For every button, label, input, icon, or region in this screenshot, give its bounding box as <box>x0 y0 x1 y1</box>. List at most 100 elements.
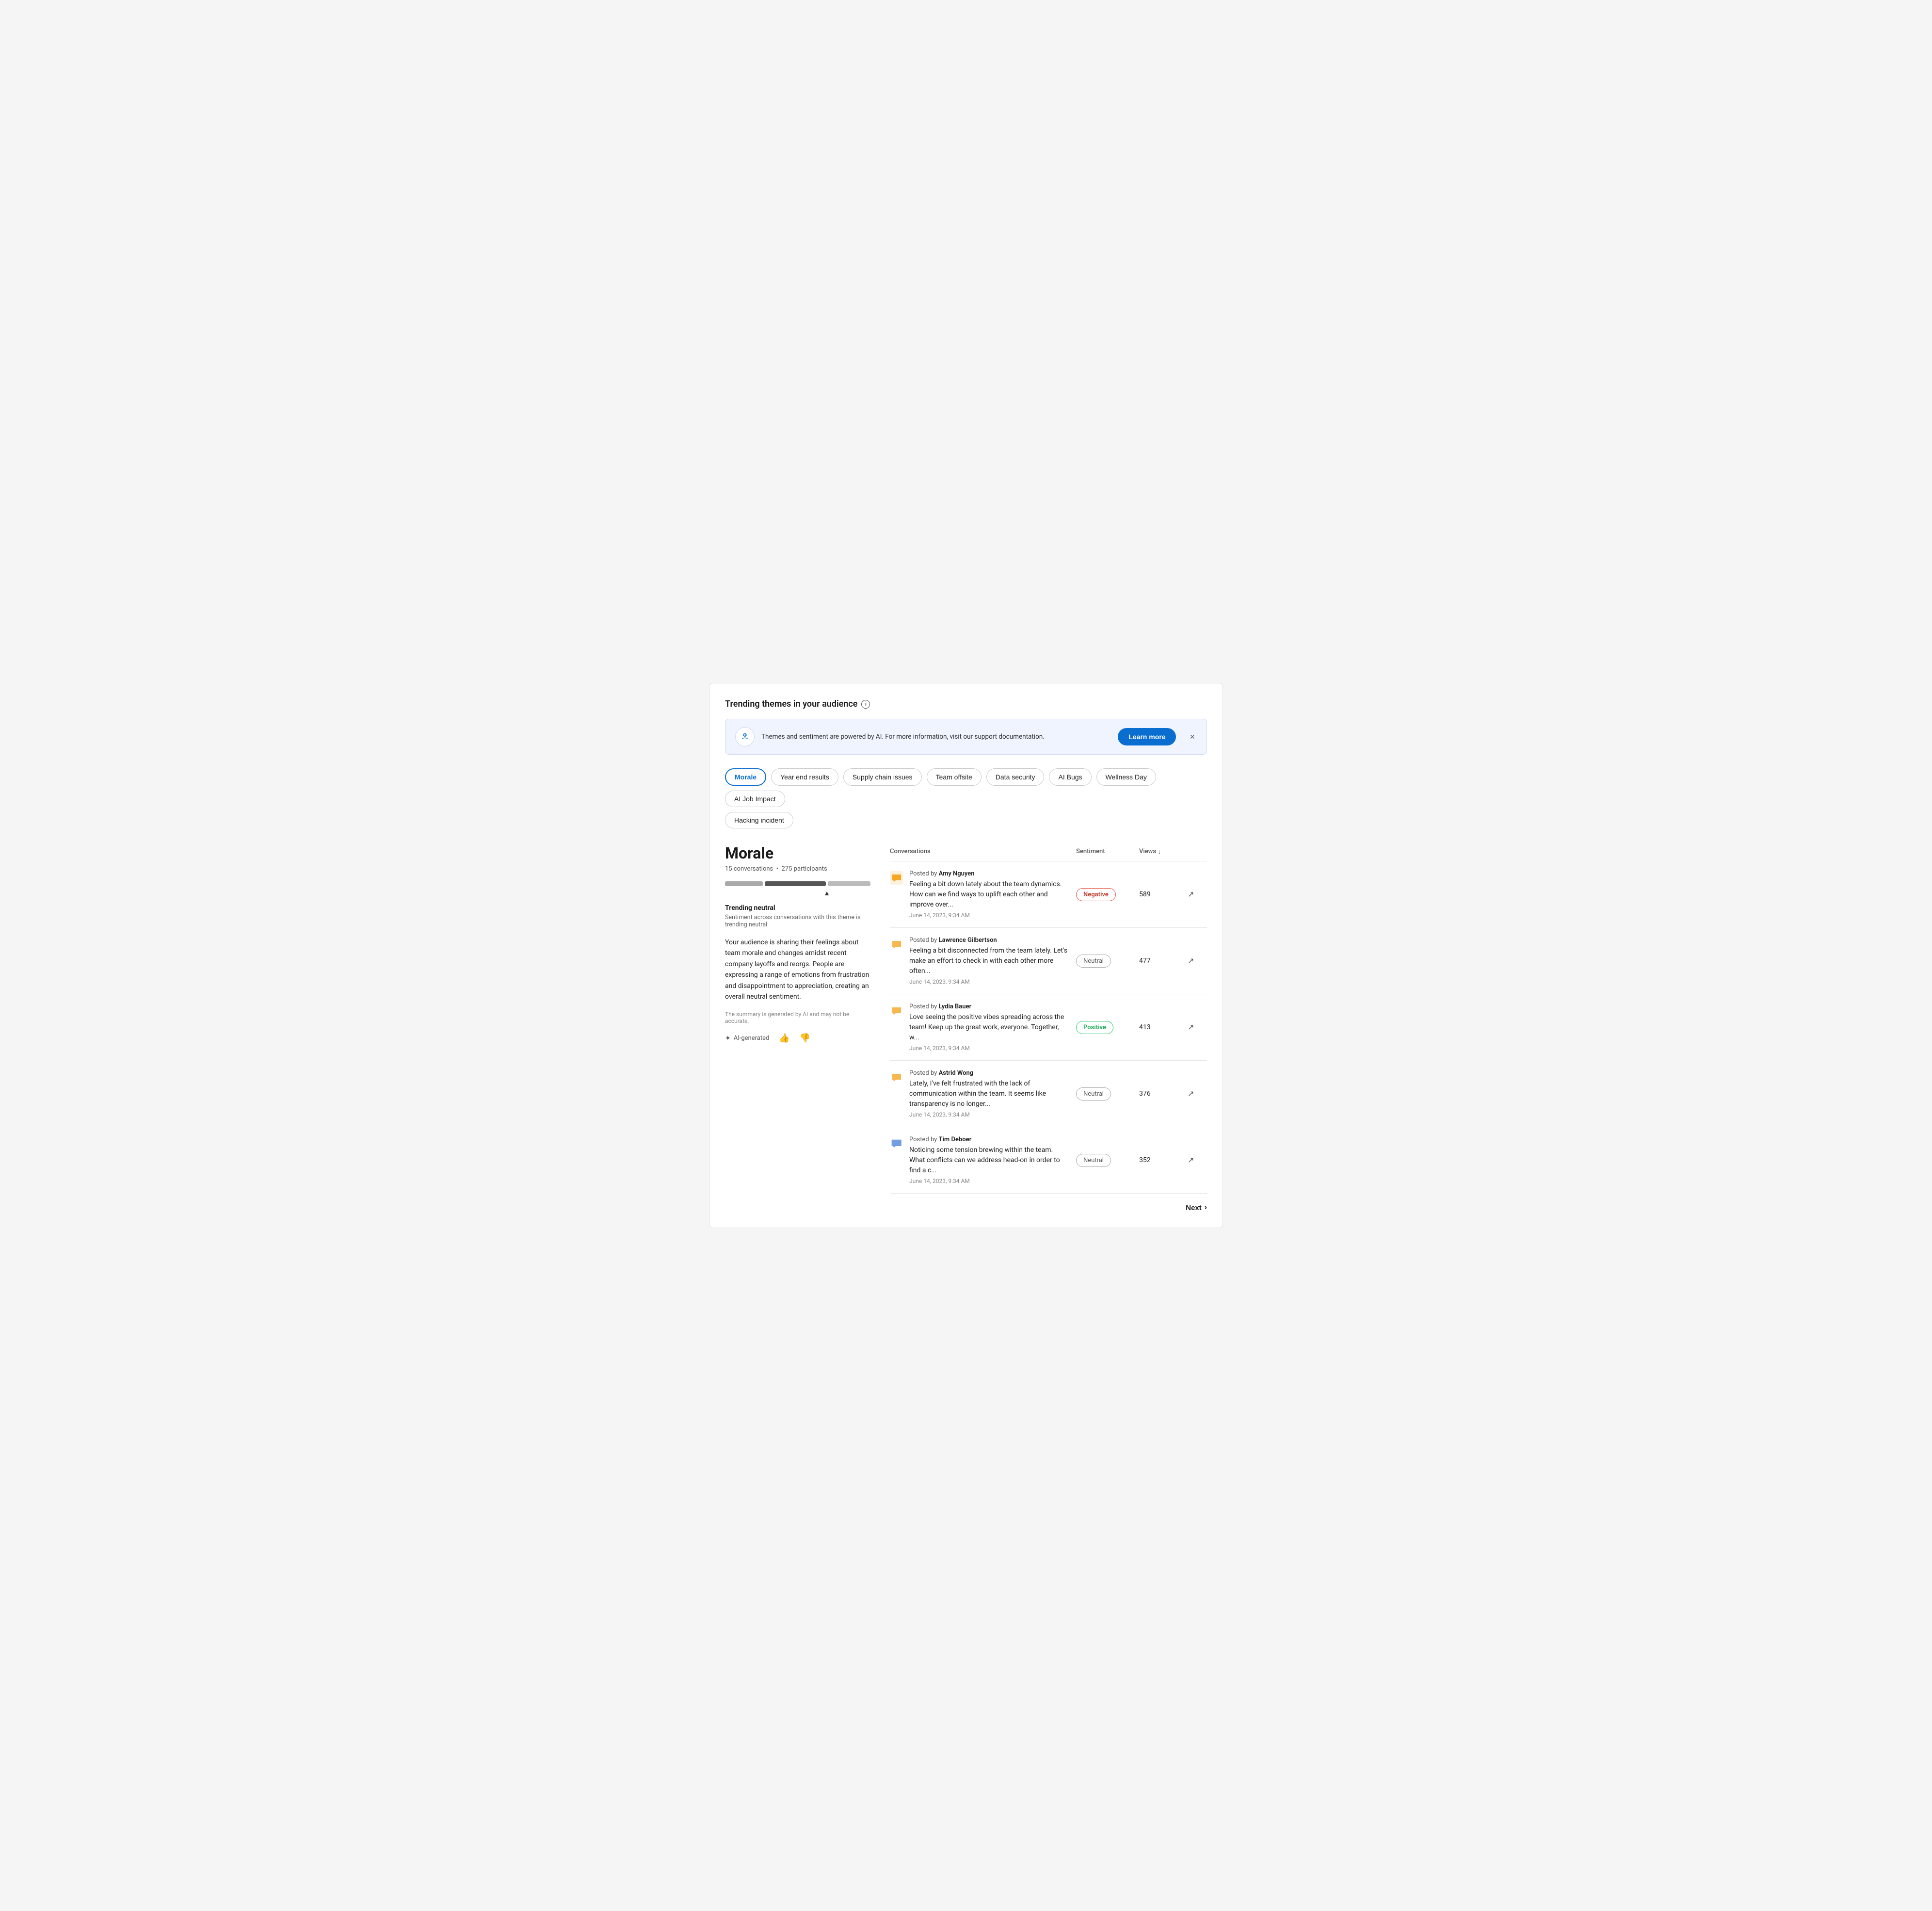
sentiment-cell: Negative <box>1076 888 1139 901</box>
views-cell: 477 <box>1139 957 1188 965</box>
conversation-body: Posted by Tim Deboer Noticing some tensi… <box>909 1136 1068 1184</box>
thumbs-down-button[interactable]: 👎 <box>800 1033 810 1043</box>
trend-button[interactable]: ↗ <box>1188 1155 1194 1165</box>
table-row: Posted by Lydia Bauer Love seeing the po… <box>890 994 1207 1061</box>
thumbs-up-button[interactable]: 👍 <box>779 1033 789 1043</box>
col-header-sentiment: Sentiment <box>1076 848 1139 855</box>
sentiment-cell: Positive <box>1076 1021 1139 1034</box>
theme-title: Morale <box>725 844 870 862</box>
page-title-text: Trending themes in your audience <box>725 699 857 709</box>
left-panel: Morale 15 conversations • 275 participan… <box>725 844 870 1043</box>
conv-date: June 14, 2023, 9:34 AM <box>909 978 1068 985</box>
ai-footer: ✦ AI-generated 👍 👎 <box>725 1033 870 1043</box>
tab-year-end-results[interactable]: Year end results <box>771 768 838 786</box>
conversation-body: Posted by Lawrence Gilbertson Feeling a … <box>909 937 1068 985</box>
trend-cell: ↗ <box>1188 1022 1207 1032</box>
conversation-body: Posted by Astrid Wong Lately, I've felt … <box>909 1069 1068 1118</box>
page-title: Trending themes in your audience i <box>725 699 1207 709</box>
banner-close-button[interactable]: × <box>1188 730 1197 744</box>
ai-banner-icon <box>735 727 755 746</box>
trending-sublabel: Sentiment across conversations with this… <box>725 914 870 928</box>
table-row: Posted by Amy Nguyen Feeling a bit down … <box>890 861 1207 928</box>
sentiment-badge-positive: Positive <box>1076 1021 1113 1034</box>
sentiment-cell: Neutral <box>1076 955 1139 968</box>
sentiment-badge-negative: Negative <box>1076 888 1116 901</box>
ai-banner: Themes and sentiment are powered by AI. … <box>725 719 1207 755</box>
conv-date: June 14, 2023, 9:34 AM <box>909 912 1068 919</box>
learn-more-button[interactable]: Learn more <box>1118 728 1176 745</box>
theme-meta: 15 conversations • 275 participants <box>725 865 870 873</box>
tab-supply-chain-issues[interactable]: Supply chain issues <box>843 768 922 786</box>
views-cell: 376 <box>1139 1090 1188 1098</box>
sentiment-badge-neutral: Neutral <box>1076 1087 1111 1101</box>
trend-button[interactable]: ↗ <box>1188 1022 1194 1032</box>
conv-text: Love seeing the positive vibes spreading… <box>909 1012 1068 1043</box>
tab-data-security[interactable]: Data security <box>986 768 1045 786</box>
trend-button[interactable]: ↗ <box>1188 956 1194 966</box>
participants-count: 275 participants <box>782 865 827 873</box>
col-header-views: Views ↓ <box>1139 848 1188 855</box>
sparkle-icon: ✦ <box>725 1035 731 1042</box>
trend-button[interactable]: ↗ <box>1188 890 1194 899</box>
conv-author: Posted by Tim Deboer <box>909 1136 1068 1143</box>
message-icon <box>890 1004 903 1018</box>
sentiment-bar <box>725 881 870 886</box>
sentiment-cell: Neutral <box>1076 1087 1139 1101</box>
tab-ai-job-impact[interactable]: AI Job Impact <box>725 791 785 807</box>
tab-hacking-incident[interactable]: Hacking incident <box>725 812 793 828</box>
message-icon <box>890 938 903 951</box>
trending-label: Trending neutral <box>725 904 870 912</box>
next-button[interactable]: Next › <box>1186 1203 1207 1212</box>
conversation-main: Posted by Lawrence Gilbertson Feeling a … <box>890 937 1076 985</box>
table-row: Posted by Lawrence Gilbertson Feeling a … <box>890 928 1207 994</box>
table-row: Posted by Astrid Wong Lately, I've felt … <box>890 1061 1207 1127</box>
table-row: Posted by Tim Deboer Noticing some tensi… <box>890 1127 1207 1194</box>
ai-generated-label: ✦ AI-generated <box>725 1035 769 1042</box>
col-header-conversations: Conversations <box>890 848 1076 855</box>
right-panel: Conversations Sentiment Views ↓ <box>890 844 1207 1212</box>
trend-button[interactable]: ↗ <box>1188 1089 1194 1099</box>
pagination-row: Next › <box>890 1194 1207 1212</box>
sentiment-badge-neutral: Neutral <box>1076 955 1111 968</box>
conversation-body: Posted by Lydia Bauer Love seeing the po… <box>909 1003 1068 1052</box>
conv-date: June 14, 2023, 9:34 AM <box>909 1178 1068 1184</box>
conv-text: Noticing some tension brewing within the… <box>909 1145 1068 1176</box>
banner-text: Themes and sentiment are powered by AI. … <box>761 733 1111 741</box>
views-cell: 352 <box>1139 1156 1188 1164</box>
content-area: Morale 15 conversations • 275 participan… <box>725 844 1207 1212</box>
info-icon[interactable]: i <box>861 700 870 709</box>
conversation-body: Posted by Amy Nguyen Feeling a bit down … <box>909 870 1068 919</box>
conv-author: Posted by Astrid Wong <box>909 1069 1068 1077</box>
conversations-count: 15 conversations <box>725 865 773 873</box>
table-header: Conversations Sentiment Views ↓ <box>890 844 1207 861</box>
conversation-main: Posted by Tim Deboer Noticing some tensi… <box>890 1136 1076 1184</box>
ai-disclaimer: The summary is generated by AI and may n… <box>725 1011 870 1024</box>
sentiment-badge-neutral: Neutral <box>1076 1154 1111 1167</box>
message-icon <box>890 1070 903 1084</box>
trend-cell: ↗ <box>1188 1155 1207 1165</box>
conv-date: June 14, 2023, 9:34 AM <box>909 1111 1068 1118</box>
trend-cell: ↗ <box>1188 890 1207 899</box>
bar-positive <box>828 881 870 886</box>
ai-label-text: AI-generated <box>734 1035 770 1042</box>
main-container: Trending themes in your audience i Theme… <box>709 683 1223 1228</box>
sort-arrow: ↓ <box>1158 848 1161 855</box>
tab-wellness-day[interactable]: Wellness Day <box>1096 768 1156 786</box>
conv-text: Lately, I've felt frustrated with the la… <box>909 1079 1068 1109</box>
conv-date: June 14, 2023, 9:34 AM <box>909 1045 1068 1052</box>
trend-cell: ↗ <box>1188 1089 1207 1099</box>
bar-arrow: ▲ <box>725 889 870 897</box>
col-header-actions <box>1188 848 1207 855</box>
tabs-row-1: Morale Year end results Supply chain iss… <box>725 768 1207 807</box>
next-label: Next <box>1186 1204 1202 1212</box>
conv-text: Feeling a bit disconnected from the team… <box>909 946 1068 976</box>
tab-team-offsite[interactable]: Team offsite <box>927 768 982 786</box>
conv-author: Posted by Lydia Bauer <box>909 1003 1068 1010</box>
theme-description: Your audience is sharing their feelings … <box>725 937 870 1002</box>
conversation-main: Posted by Astrid Wong Lately, I've felt … <box>890 1069 1076 1118</box>
views-cell: 589 <box>1139 891 1188 898</box>
tab-ai-bugs[interactable]: AI Bugs <box>1049 768 1091 786</box>
tabs-row-2: Hacking incident <box>725 812 1207 828</box>
tab-morale[interactable]: Morale <box>725 768 766 786</box>
conversation-main: Posted by Amy Nguyen Feeling a bit down … <box>890 870 1076 919</box>
